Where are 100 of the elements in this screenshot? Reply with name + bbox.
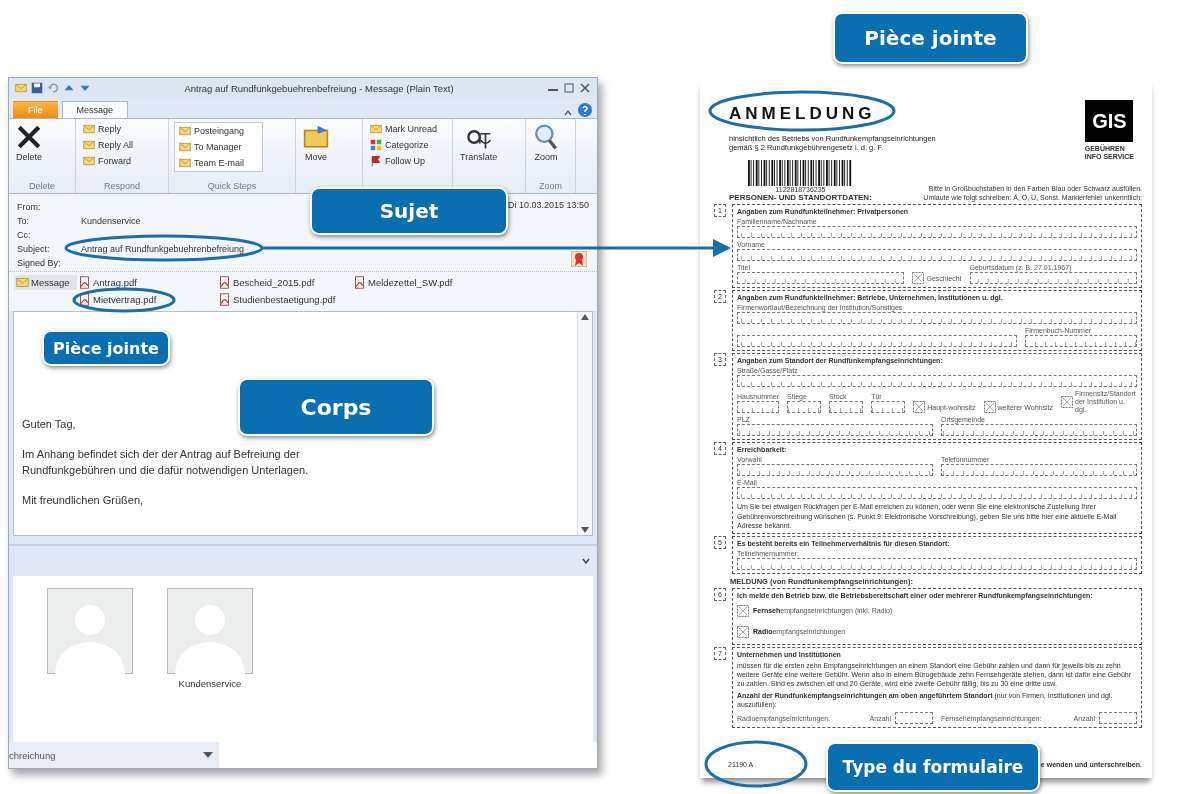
group-label: Zoom (538, 180, 563, 193)
pdf-file-icon (78, 293, 91, 306)
message-paragraph: Guten Tag, (22, 417, 77, 432)
attachment-item[interactable]: Message (15, 275, 77, 290)
marker-box-icon[interactable] (1061, 395, 1073, 408)
field-value: Kundenservice (81, 215, 141, 226)
fill-in-box[interactable] (737, 401, 779, 414)
ribbon-button[interactable]: Reply (81, 122, 135, 136)
collapse-ribbon-icon[interactable] (563, 108, 573, 118)
fill-in-box[interactable] (737, 335, 1017, 348)
fill-in-box[interactable] (829, 401, 864, 414)
envelope-icon (15, 82, 27, 94)
fill-in-box[interactable] (787, 401, 822, 414)
quick-step-item[interactable]: To Manager (177, 140, 247, 154)
callout-label: Sujet (310, 187, 508, 235)
fill-in-box[interactable] (969, 272, 1137, 285)
form-title: ANMELDUNG (729, 104, 877, 124)
marker-box-icon[interactable] (983, 401, 996, 414)
attachment-item[interactable]: Mietvertrag.pdf (77, 292, 217, 307)
envelope-icon (83, 123, 95, 135)
sent-date: Di 10.03.2015 13:50 (507, 200, 589, 210)
group-label: Delete (28, 180, 56, 193)
envelope-icon (179, 141, 191, 153)
fill-in-box[interactable] (941, 464, 1137, 477)
group-label: Quick Steps (206, 180, 258, 193)
ribbon-button[interactable]: Follow Up (368, 154, 440, 168)
marker-box-icon[interactable] (913, 401, 926, 414)
fill-in-box[interactable] (737, 487, 1137, 500)
field-label: Cc: (17, 229, 32, 240)
envelope-icon (179, 157, 191, 169)
marker-box-icon[interactable] (912, 272, 925, 285)
field-label: From: (17, 201, 42, 212)
envelope-icon (83, 155, 95, 167)
window-title: Antrag auf Rundfunkgebuehrenbefreiung - Message (Plain Text) (183, 82, 455, 94)
scrollbar[interactable] (577, 312, 592, 535)
fill-in-box[interactable] (737, 375, 1137, 388)
fill-in-box[interactable] (737, 312, 1137, 325)
help-icon[interactable] (577, 102, 593, 118)
fill-in-box[interactable] (895, 712, 933, 725)
ribbon-button[interactable]: Delete (14, 122, 44, 164)
dropdown-field[interactable]: chreichung (9, 742, 219, 768)
undo-icon[interactable] (47, 82, 59, 94)
close-icon[interactable] (579, 83, 591, 93)
message-paragraph: Im Anhang befindet sich der der Antrag auf Befreiung der Rundfunkgebühren und die dafür notwendigen Unterlagen. (22, 446, 310, 478)
marker-box-icon[interactable] (737, 625, 749, 638)
attachment-item[interactable]: Meldezettel_SW.pdf (352, 275, 492, 290)
field-value: Antrag auf Rundfunkgebuehrenbefreiung (81, 243, 245, 254)
ribbon-button[interactable]: Translate (458, 122, 500, 164)
attachment-item[interactable]: Bescheid_2015.pdf (217, 275, 352, 290)
delete-icon (16, 124, 42, 150)
fill-in-box[interactable] (737, 424, 933, 437)
callout-label: Pièce jointe (42, 330, 170, 366)
ribbon-button[interactable]: Categorize (368, 138, 440, 152)
save-icon[interactable] (31, 82, 43, 94)
chevron-down-icon[interactable] (581, 557, 591, 565)
field-label: Subject: (17, 243, 51, 254)
attachment-item[interactable]: Antrag.pdf (77, 275, 217, 290)
form-heading: PERSONEN- UND STANDORTDATEN: (729, 193, 872, 203)
fill-in-box[interactable] (1025, 335, 1137, 348)
callout-label: Type du formulaire (826, 742, 1040, 792)
avatar-silhouette-icon (167, 588, 253, 674)
fill-in-box[interactable] (941, 424, 1137, 437)
logo: GIS (1085, 100, 1134, 142)
signature-seal-icon[interactable] (571, 251, 587, 267)
color-grid-icon (370, 139, 382, 151)
fill-in-box[interactable] (1099, 712, 1137, 725)
field-label: To: (17, 215, 30, 226)
up-arrow-icon[interactable] (581, 314, 589, 320)
envelope-icon (83, 139, 95, 151)
fill-in-box[interactable] (737, 226, 1137, 239)
quick-step-item[interactable]: Team E-mail (177, 156, 247, 170)
ribbon-tab[interactable]: Message (61, 101, 129, 118)
envelope-icon (179, 125, 191, 137)
down-arrow-icon[interactable] (581, 527, 589, 533)
ribbon-button[interactable]: Mark Unread (368, 122, 440, 136)
ribbon-button[interactable]: Forward (81, 154, 135, 168)
fill-in-box[interactable] (737, 464, 933, 477)
quick-step-item[interactable]: Posteingang (177, 124, 247, 138)
pdf-file-icon (353, 276, 366, 289)
avatar-silhouette-icon (47, 588, 133, 674)
flag-icon (370, 155, 382, 167)
pdf-file-icon (78, 276, 91, 289)
fill-in-box[interactable] (737, 557, 1137, 570)
ribbon-button[interactable]: Reply All (81, 138, 135, 152)
envelope-icon (16, 276, 29, 289)
ribbon-button[interactable]: Zoom (531, 122, 561, 164)
zoom-icon (533, 124, 559, 150)
fill-in-box[interactable] (871, 401, 906, 414)
message-paragraph: Mit freundlichen Grüßen, (22, 492, 145, 508)
contact-name: Kundenservice (178, 678, 242, 689)
caret-icon (203, 752, 213, 758)
fill-in-box[interactable] (737, 249, 1137, 262)
pdf-file-icon (218, 276, 231, 289)
callout-label: Pièce jointe (833, 12, 1028, 64)
attachment-item[interactable]: Studienbestaetigung.pdf (217, 292, 352, 307)
field-label: Signed By: (17, 257, 62, 268)
ribbon-button[interactable]: Move (301, 122, 331, 164)
fill-in-box[interactable] (737, 272, 905, 285)
restore-icon[interactable] (563, 83, 575, 93)
marker-box-icon[interactable] (737, 604, 749, 617)
